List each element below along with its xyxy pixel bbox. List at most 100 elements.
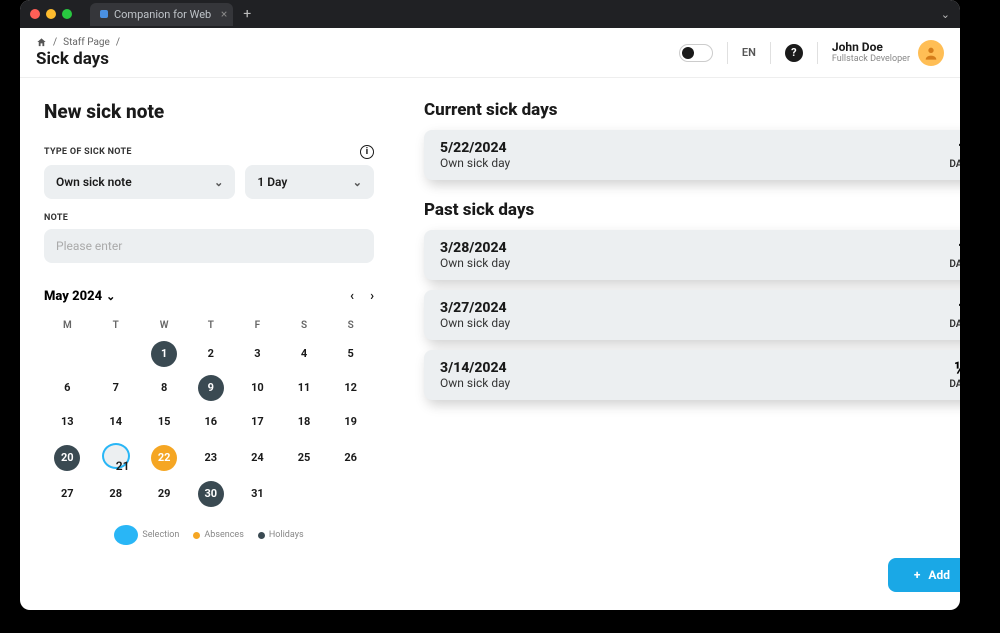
calendar-day[interactable]: 24 (244, 445, 270, 471)
form-title: New sick note (44, 100, 374, 123)
duration-select[interactable]: 1 Day ⌄ (245, 165, 374, 199)
calendar-day[interactable]: 18 (291, 409, 317, 435)
breadcrumb: / Staff Page / (36, 37, 120, 48)
calendar-day[interactable]: 10 (244, 375, 270, 401)
calendar-prev-button[interactable]: ‹ (350, 289, 354, 304)
card-type: Own sick day (440, 376, 510, 390)
tab-title: Companion for Web (114, 8, 211, 21)
new-tab-button[interactable]: + (243, 6, 251, 22)
card-day-label: DAY (949, 319, 960, 330)
calendar-legend: Selection Absences Holidays (44, 525, 374, 545)
calendar-day[interactable]: 19 (338, 409, 364, 435)
card-type: Own sick day (440, 316, 510, 330)
plus-icon: + (914, 568, 921, 582)
calendar: MTWTFSS 12345678910111213141516171819202… (44, 314, 374, 511)
calendar-dow: F (234, 314, 281, 337)
past-heading: Past sick days (424, 200, 960, 220)
add-button[interactable]: + Add (888, 558, 960, 592)
card-amount: ½ (949, 361, 960, 379)
calendar-day[interactable]: 11 (291, 375, 317, 401)
calendar-day[interactable]: 4 (291, 341, 317, 367)
calendar-day[interactable]: 1 (151, 341, 177, 367)
calendar-day[interactable]: 22 (151, 445, 177, 471)
calendar-day[interactable]: 14 (103, 409, 129, 435)
calendar-day[interactable]: 12 (338, 375, 364, 401)
home-icon[interactable] (36, 37, 47, 48)
calendar-day[interactable]: 5 (338, 341, 364, 367)
minimize-window-button[interactable] (46, 9, 56, 19)
browser-tab[interactable]: Companion for Web × (90, 3, 233, 26)
user-menu[interactable]: John Doe Fullstack Developer (832, 40, 944, 66)
help-icon[interactable]: ? (785, 44, 803, 62)
calendar-day[interactable]: 13 (54, 409, 80, 435)
form-panel: New sick note TYPE OF SICK NOTE i Own si… (44, 100, 374, 592)
card-type: Own sick day (440, 156, 510, 170)
card-day-label: DAY (949, 259, 960, 270)
sick-day-card[interactable]: 3/14/2024Own sick day ½DAY (424, 350, 960, 400)
calendar-dow: T (187, 314, 234, 337)
card-day-label: DAY (949, 379, 960, 390)
calendar-dow: T (91, 314, 141, 337)
calendar-day[interactable]: 25 (291, 445, 317, 471)
card-amount: 1 (949, 141, 960, 159)
calendar-day[interactable]: 7 (103, 375, 129, 401)
window-controls (30, 9, 72, 19)
calendar-day[interactable]: 15 (151, 409, 177, 435)
calendar-day[interactable]: 16 (198, 409, 224, 435)
calendar-day[interactable]: 20 (54, 445, 80, 471)
tabs-overflow-icon[interactable]: ⌄ (941, 8, 950, 21)
card-day-label: DAY (949, 159, 960, 170)
note-label: NOTE (44, 213, 374, 223)
user-name: John Doe (832, 41, 910, 54)
card-date: 3/27/2024 (440, 300, 510, 316)
user-role: Fullstack Developer (832, 54, 910, 64)
card-type: Own sick day (440, 256, 510, 270)
titlebar: Companion for Web × + ⌄ (20, 0, 960, 28)
close-tab-icon[interactable]: × (221, 7, 227, 21)
chevron-down-icon: ⌄ (106, 290, 115, 303)
calendar-day[interactable]: 23 (198, 445, 224, 471)
calendar-day[interactable]: 21 (102, 443, 130, 469)
sick-day-card[interactable]: 5/22/2024Own sick day 1DAY (424, 130, 960, 180)
calendar-day[interactable]: 9 (198, 375, 224, 401)
calendar-day[interactable]: 31 (244, 481, 270, 507)
calendar-day[interactable]: 6 (54, 375, 80, 401)
sun-icon (682, 47, 694, 59)
language-switch[interactable]: EN (742, 46, 756, 59)
type-label: TYPE OF SICK NOTE (44, 147, 132, 157)
sick-day-lists: Current sick days 5/22/2024Own sick day1… (424, 100, 960, 410)
card-amount: 1 (949, 301, 960, 319)
calendar-dow: W (141, 314, 188, 337)
card-date: 3/28/2024 (440, 240, 510, 256)
topbar: / Staff Page / Sick days EN ? John Doe F… (20, 28, 960, 78)
close-window-button[interactable] (30, 9, 40, 19)
calendar-next-button[interactable]: › (370, 289, 374, 304)
note-input[interactable] (44, 229, 374, 263)
card-date: 3/14/2024 (440, 360, 510, 376)
calendar-day[interactable]: 17 (244, 409, 270, 435)
breadcrumb-staff[interactable]: Staff Page (63, 37, 110, 48)
card-date: 5/22/2024 (440, 140, 510, 156)
current-heading: Current sick days (424, 100, 960, 120)
theme-toggle[interactable] (679, 44, 713, 62)
app-window: Companion for Web × + ⌄ / Staff Page / S… (20, 0, 960, 610)
calendar-day[interactable]: 26 (338, 445, 364, 471)
info-icon[interactable]: i (360, 145, 374, 159)
calendar-dow: S (327, 314, 374, 337)
calendar-day[interactable]: 27 (54, 481, 80, 507)
avatar (918, 40, 944, 66)
type-select[interactable]: Own sick note ⌄ (44, 165, 235, 199)
calendar-day[interactable]: 29 (151, 481, 177, 507)
calendar-day[interactable]: 8 (151, 375, 177, 401)
card-amount: 1 (949, 241, 960, 259)
calendar-day[interactable]: 2 (198, 341, 224, 367)
tab-favicon (100, 10, 108, 18)
calendar-month-select[interactable]: May 2024 ⌄ (44, 289, 115, 304)
sick-day-card[interactable]: 3/28/2024Own sick day 1DAY (424, 230, 960, 280)
calendar-day[interactable]: 3 (244, 341, 270, 367)
calendar-day[interactable]: 28 (103, 481, 129, 507)
calendar-day[interactable]: 30 (198, 481, 224, 507)
maximize-window-button[interactable] (62, 9, 72, 19)
sick-day-card[interactable]: 3/27/2024Own sick day 1DAY (424, 290, 960, 340)
calendar-dow: S (281, 314, 328, 337)
